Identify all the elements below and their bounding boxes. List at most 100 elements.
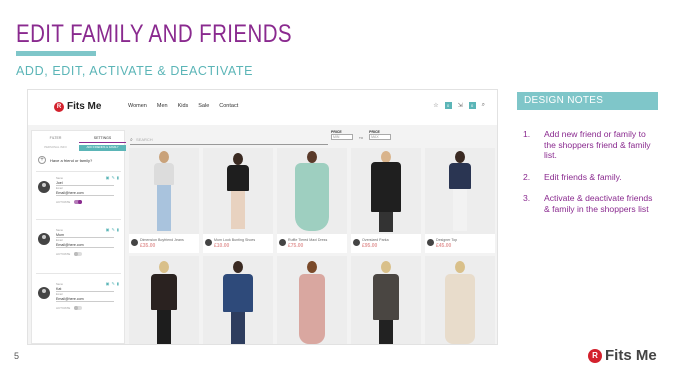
search-input[interactable]: ⌕ SEARCH: [130, 137, 328, 145]
product-name: Mum Look Bunting Shoes: [214, 238, 256, 242]
page-number: 5: [14, 351, 20, 361]
email-field[interactable]: Email@here.com: [56, 191, 114, 196]
email-label: Email: [56, 187, 63, 190]
product-card[interactable]: [425, 256, 495, 344]
price-to-label: TO: [359, 136, 364, 140]
name-field[interactable]: Joel: [56, 181, 114, 186]
favorites-count-badge: 0: [444, 102, 452, 109]
activate-toggle[interactable]: [74, 200, 83, 204]
friend-actions: ▣ ✎ ▮: [106, 281, 119, 286]
brand-mark-icon: R: [54, 101, 64, 112]
basket-count-badge: 0: [468, 102, 476, 109]
friend-actions: ▣ ✎ ▮: [106, 175, 119, 180]
design-notes-header: DESIGN NOTES: [517, 92, 658, 110]
note-number: 3.: [523, 193, 531, 203]
product-image: [425, 148, 495, 234]
search-icon[interactable]: ⌕: [482, 102, 485, 109]
product-image: [351, 148, 421, 234]
avatar: [279, 239, 286, 246]
price-max-input[interactable]: MAX: [369, 134, 392, 140]
nav-links: Women Men Kids Sale Contact: [128, 103, 238, 109]
nav-icons: ☆ 0 ⇲ 0 ⌕: [433, 102, 485, 109]
basket-icon[interactable]: ⇲: [458, 102, 463, 109]
product-info: Oversized Parka £95.00: [351, 236, 421, 253]
product-card[interactable]: [129, 256, 199, 344]
product-card[interactable]: [203, 256, 273, 344]
activate-label: ACTIVATE: [56, 306, 71, 310]
delete-icon[interactable]: ▮: [117, 281, 119, 286]
product-card[interactable]: [277, 256, 347, 344]
friend-card: ▣ ✎ ▮ Name Joel Email Email@here.com ACT…: [36, 175, 121, 225]
nav-link-sale[interactable]: Sale: [198, 103, 209, 109]
activate-toggle[interactable]: [74, 306, 83, 310]
friend-card: ▣ ✎ ▮ Name Kat Email Email@here.com ACTI…: [36, 281, 121, 331]
product-name: Ruffle Tiered Maxi Dress: [288, 238, 328, 242]
product-image: [129, 256, 199, 344]
subtab-add-friends-family[interactable]: ADD FRIENDS & FAMILY: [79, 145, 126, 151]
panel-tabs: FILTER SETTINGS: [32, 133, 126, 143]
product-card[interactable]: Mum Look Bunting Shoes £10.00: [203, 148, 273, 253]
calendar-icon[interactable]: ▣: [106, 281, 110, 286]
tab-filter[interactable]: FILTER: [32, 133, 79, 143]
nav-link-women[interactable]: Women: [128, 103, 147, 109]
product-card[interactable]: Oversized Parka £95.00: [351, 148, 421, 253]
delete-icon[interactable]: ▮: [117, 175, 119, 180]
avatar: [38, 287, 50, 299]
calendar-icon[interactable]: ▣: [106, 227, 110, 232]
email-label: Email: [56, 239, 63, 242]
product-image: [203, 256, 273, 344]
product-card[interactable]: [351, 256, 421, 344]
price-min-filter[interactable]: PRICE MIN: [331, 130, 353, 140]
nav-link-contact[interactable]: Contact: [219, 103, 238, 109]
email-label: Email: [56, 293, 63, 296]
email-field[interactable]: Email@here.com: [56, 297, 114, 302]
design-notes-list: 1. Add new friend or family to the shopp…: [520, 129, 660, 225]
product-info: Dimension Boyfriend Jeans £35.00: [129, 236, 199, 253]
name-field[interactable]: Kat: [56, 287, 114, 292]
favorites-icon[interactable]: ☆: [433, 102, 438, 109]
activate-toggle[interactable]: [74, 252, 83, 256]
nav-link-men[interactable]: Men: [157, 103, 168, 109]
add-friend-button[interactable]: + Have a friend or family?: [38, 156, 92, 164]
top-navigation: R Fits Me Women Men Kids Sale Contact ☆ …: [28, 90, 497, 125]
divider: [36, 219, 121, 220]
note-text: Activate & deactivate friends & family i…: [544, 193, 653, 214]
activate-row: ACTIVATE: [56, 200, 83, 204]
product-card[interactable]: Dimension Boyfriend Jeans £35.00: [129, 148, 199, 253]
price-max-filter[interactable]: PRICE MAX: [369, 130, 392, 140]
note-number: 2.: [523, 171, 531, 182]
avatar: [38, 181, 50, 193]
note-number: 1.: [523, 129, 531, 139]
design-note-item: 2. Edit friends & family.: [520, 172, 660, 183]
product-image: [277, 148, 347, 234]
product-name: Oversized Parka: [362, 238, 389, 242]
avatar: [205, 239, 212, 246]
product-grid: Dimension Boyfriend Jeans £35.00 Mum Loo…: [129, 148, 495, 344]
product-card[interactable]: Ruffle Tiered Maxi Dress £75.00: [277, 148, 347, 253]
settings-panel: FILTER SETTINGS PERSONAL INFO ADD FRIEND…: [31, 130, 126, 344]
calendar-icon[interactable]: ▣: [106, 175, 110, 180]
product-price: £45.00: [436, 243, 452, 249]
price-min-input[interactable]: MIN: [331, 134, 353, 140]
app-logo[interactable]: R Fits Me: [54, 101, 101, 112]
price-filters: PRICE MIN TO PRICE MAX: [331, 130, 392, 140]
edit-icon[interactable]: ✎: [111, 281, 114, 286]
delete-icon[interactable]: ▮: [117, 227, 119, 232]
avatar: [131, 239, 138, 246]
product-card[interactable]: Designer Top £45.00: [425, 148, 495, 253]
app-mockup: R Fits Me Women Men Kids Sale Contact ☆ …: [27, 89, 498, 345]
email-field[interactable]: Email@here.com: [56, 243, 114, 248]
note-text: Add new friend or family to the shoppers…: [544, 129, 651, 160]
tab-settings[interactable]: SETTINGS: [79, 133, 126, 143]
subtab-personal-info[interactable]: PERSONAL INFO: [32, 145, 79, 151]
nav-link-kids[interactable]: Kids: [178, 103, 189, 109]
activate-row: ACTIVATE: [56, 306, 83, 310]
title-underline: [16, 51, 96, 56]
product-price: £10.00: [214, 243, 230, 249]
name-label: Name: [56, 229, 63, 232]
product-image: [277, 256, 347, 344]
name-field[interactable]: Mum: [56, 233, 114, 238]
footer-logo: R Fits Me: [588, 347, 657, 364]
edit-icon[interactable]: ✎: [111, 175, 114, 180]
edit-icon[interactable]: ✎: [111, 227, 114, 232]
